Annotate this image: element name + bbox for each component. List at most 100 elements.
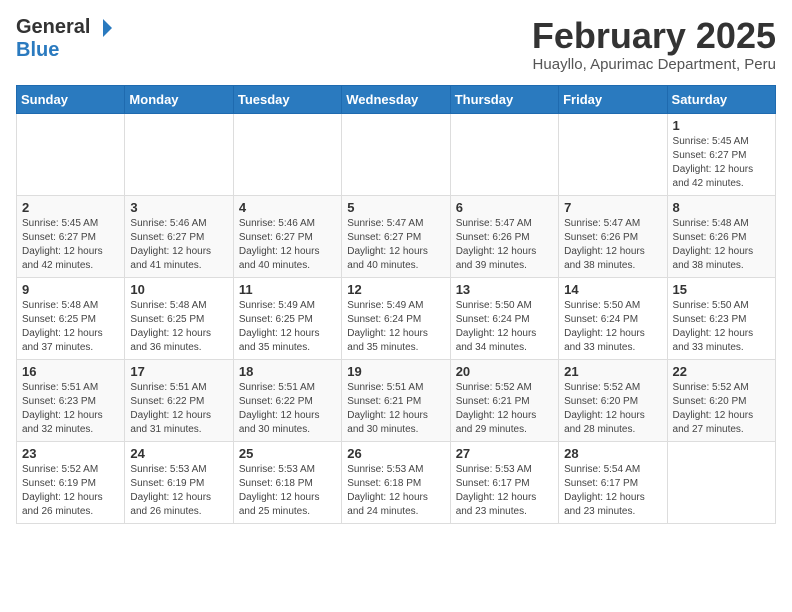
- calendar-cell: 28 Sunrise: 5:54 AM Sunset: 6:17 PM Dayli…: [559, 441, 667, 523]
- day-info: Sunrise: 5:47 AM Sunset: 6:26 PM Dayligh…: [456, 218, 537, 271]
- calendar-cell: 3Sunrise: 5:46 AM Sunset: 6:27 PM Daylig…: [125, 195, 233, 277]
- day-number: 24: [130, 446, 227, 461]
- calendar-cell: 13 Sunrise: 5:50 AM Sunset: 6:24 PM Dayli…: [450, 277, 558, 359]
- calendar-cell: 18Sunrise: 5:51 AM Sunset: 6:22 PM Dayli…: [233, 359, 341, 441]
- day-number: 23: [22, 446, 119, 461]
- calendar-cell: 24 Sunrise: 5:53 AM Sunset: 6:19 PM Dayli…: [125, 441, 233, 523]
- calendar-week-row: 1Sunrise: 5:45 AM Sunset: 6:27 PM Daylig…: [17, 113, 776, 195]
- day-number: 19: [347, 364, 444, 379]
- calendar-header-sunday: Sunday: [17, 85, 125, 113]
- day-info: Sunrise: 5:49 AM Sunset: 6:24 PM Dayligh…: [347, 300, 428, 353]
- location-subtitle: Huayllo, Apurimac Department, Peru: [532, 56, 776, 73]
- day-info: Sunrise: 5:52 AM Sunset: 6:20 PM Dayligh…: [564, 382, 645, 435]
- day-number: 8: [673, 200, 770, 215]
- calendar-cell: [450, 113, 558, 195]
- day-number: 20: [456, 364, 553, 379]
- calendar-header-row: SundayMondayTuesdayWednesdayThursdayFrid…: [17, 85, 776, 113]
- calendar-cell: 4 Sunrise: 5:46 AM Sunset: 6:27 PM Daylig…: [233, 195, 341, 277]
- calendar-cell: 11 Sunrise: 5:49 AM Sunset: 6:25 PM Dayli…: [233, 277, 341, 359]
- day-number: 18: [239, 364, 336, 379]
- day-info: Sunrise: 5:46 AM Sunset: 6:27 PM Dayligh…: [130, 218, 211, 271]
- day-number: 16: [22, 364, 119, 379]
- day-number: 6: [456, 200, 553, 215]
- day-info: Sunrise: 5:54 AM Sunset: 6:17 PM Dayligh…: [564, 464, 645, 517]
- calendar-cell: 19 Sunrise: 5:51 AM Sunset: 6:21 PM Dayli…: [342, 359, 450, 441]
- calendar-cell: 22 Sunrise: 5:52 AM Sunset: 6:20 PM Dayli…: [667, 359, 775, 441]
- day-number: 5: [347, 200, 444, 215]
- day-number: 25: [239, 446, 336, 461]
- calendar-cell: 20 Sunrise: 5:52 AM Sunset: 6:21 PM Dayli…: [450, 359, 558, 441]
- day-number: 21: [564, 364, 661, 379]
- day-info: Sunrise: 5:50 AM Sunset: 6:24 PM Dayligh…: [456, 300, 537, 353]
- page-header: General Blue February 2025 Huayllo, Apur…: [16, 16, 776, 73]
- day-info: Sunrise: 5:48 AM Sunset: 6:26 PM Dayligh…: [673, 218, 754, 271]
- day-number: 17: [130, 364, 227, 379]
- calendar-cell: 26 Sunrise: 5:53 AM Sunset: 6:18 PM Dayli…: [342, 441, 450, 523]
- day-info: Sunrise: 5:53 AM Sunset: 6:17 PM Dayligh…: [456, 464, 537, 517]
- calendar-cell: [233, 113, 341, 195]
- calendar-cell: [125, 113, 233, 195]
- calendar-header-tuesday: Tuesday: [233, 85, 341, 113]
- day-number: 11: [239, 282, 336, 297]
- day-number: 7: [564, 200, 661, 215]
- day-info: Sunrise: 5:51 AM Sunset: 6:21 PM Dayligh…: [347, 382, 428, 435]
- day-info: Sunrise: 5:47 AM Sunset: 6:26 PM Dayligh…: [564, 218, 645, 271]
- title-section: February 2025 Huayllo, Apurimac Departme…: [532, 16, 776, 73]
- logo-flag-icon: [92, 17, 114, 39]
- calendar-week-row: 16Sunrise: 5:51 AM Sunset: 6:23 PM Dayli…: [17, 359, 776, 441]
- day-info: Sunrise: 5:45 AM Sunset: 6:27 PM Dayligh…: [22, 218, 103, 271]
- day-number: 28: [564, 446, 661, 461]
- calendar-cell: 27 Sunrise: 5:53 AM Sunset: 6:17 PM Dayli…: [450, 441, 558, 523]
- calendar-week-row: 9 Sunrise: 5:48 AM Sunset: 6:25 PM Daylig…: [17, 277, 776, 359]
- calendar-cell: 1Sunrise: 5:45 AM Sunset: 6:27 PM Daylig…: [667, 113, 775, 195]
- calendar-cell: 7 Sunrise: 5:47 AM Sunset: 6:26 PM Daylig…: [559, 195, 667, 277]
- calendar-cell: [342, 113, 450, 195]
- calendar-cell: [559, 113, 667, 195]
- day-info: Sunrise: 5:52 AM Sunset: 6:20 PM Dayligh…: [673, 382, 754, 435]
- calendar-cell: 6 Sunrise: 5:47 AM Sunset: 6:26 PM Daylig…: [450, 195, 558, 277]
- calendar-cell: [667, 441, 775, 523]
- day-number: 9: [22, 282, 119, 297]
- calendar-cell: 15 Sunrise: 5:50 AM Sunset: 6:23 PM Dayli…: [667, 277, 775, 359]
- calendar-cell: 21 Sunrise: 5:52 AM Sunset: 6:20 PM Dayli…: [559, 359, 667, 441]
- day-info: Sunrise: 5:52 AM Sunset: 6:21 PM Dayligh…: [456, 382, 537, 435]
- day-info: Sunrise: 5:50 AM Sunset: 6:24 PM Dayligh…: [564, 300, 645, 353]
- day-number: 12: [347, 282, 444, 297]
- day-info: Sunrise: 5:53 AM Sunset: 6:18 PM Dayligh…: [347, 464, 428, 517]
- calendar-cell: 14 Sunrise: 5:50 AM Sunset: 6:24 PM Dayli…: [559, 277, 667, 359]
- calendar-cell: 17 Sunrise: 5:51 AM Sunset: 6:22 PM Dayli…: [125, 359, 233, 441]
- day-info: Sunrise: 5:45 AM Sunset: 6:27 PM Dayligh…: [673, 136, 754, 189]
- day-number: 13: [456, 282, 553, 297]
- day-info: Sunrise: 5:51 AM Sunset: 6:22 PM Dayligh…: [130, 382, 211, 435]
- month-title: February 2025: [532, 16, 776, 56]
- calendar-cell: 5 Sunrise: 5:47 AM Sunset: 6:27 PM Daylig…: [342, 195, 450, 277]
- day-info: Sunrise: 5:48 AM Sunset: 6:25 PM Dayligh…: [22, 300, 103, 353]
- day-info: Sunrise: 5:53 AM Sunset: 6:19 PM Dayligh…: [130, 464, 211, 517]
- calendar-week-row: 23 Sunrise: 5:52 AM Sunset: 6:19 PM Dayli…: [17, 441, 776, 523]
- day-info: Sunrise: 5:49 AM Sunset: 6:25 PM Dayligh…: [239, 300, 320, 353]
- day-info: Sunrise: 5:52 AM Sunset: 6:19 PM Dayligh…: [22, 464, 103, 517]
- day-number: 26: [347, 446, 444, 461]
- calendar-cell: [17, 113, 125, 195]
- day-info: Sunrise: 5:50 AM Sunset: 6:23 PM Dayligh…: [673, 300, 754, 353]
- day-info: Sunrise: 5:48 AM Sunset: 6:25 PM Dayligh…: [130, 300, 211, 353]
- calendar-cell: 9 Sunrise: 5:48 AM Sunset: 6:25 PM Daylig…: [17, 277, 125, 359]
- day-number: 4: [239, 200, 336, 215]
- day-info: Sunrise: 5:53 AM Sunset: 6:18 PM Dayligh…: [239, 464, 320, 517]
- calendar-header-thursday: Thursday: [450, 85, 558, 113]
- day-number: 10: [130, 282, 227, 297]
- calendar-header-saturday: Saturday: [667, 85, 775, 113]
- logo-general-text: General: [16, 16, 90, 39]
- day-number: 15: [673, 282, 770, 297]
- calendar-cell: 8 Sunrise: 5:48 AM Sunset: 6:26 PM Daylig…: [667, 195, 775, 277]
- day-number: 2: [22, 200, 119, 215]
- day-number: 14: [564, 282, 661, 297]
- calendar-cell: 16Sunrise: 5:51 AM Sunset: 6:23 PM Dayli…: [17, 359, 125, 441]
- calendar-header-wednesday: Wednesday: [342, 85, 450, 113]
- day-number: 27: [456, 446, 553, 461]
- day-info: Sunrise: 5:47 AM Sunset: 6:27 PM Dayligh…: [347, 218, 428, 271]
- logo-blue-text: Blue: [16, 39, 59, 62]
- day-number: 22: [673, 364, 770, 379]
- day-info: Sunrise: 5:46 AM Sunset: 6:27 PM Dayligh…: [239, 218, 320, 271]
- logo: General Blue: [16, 16, 114, 62]
